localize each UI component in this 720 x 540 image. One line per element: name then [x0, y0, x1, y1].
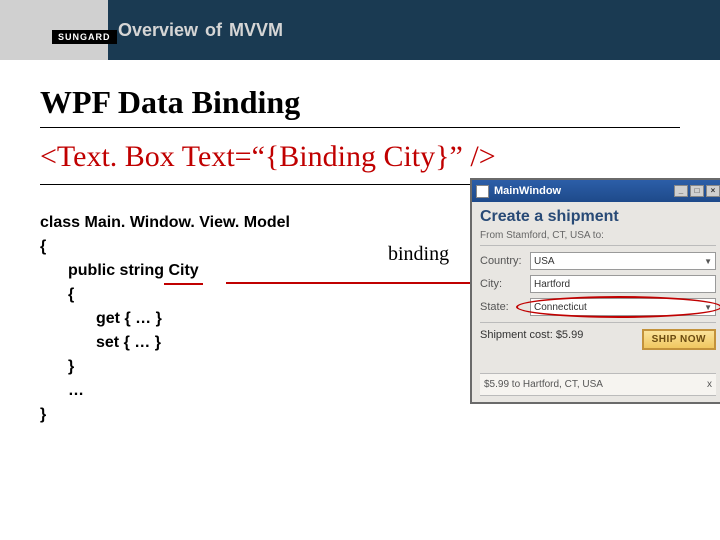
select-country[interactable]: USA▼ — [530, 252, 716, 270]
close-icon[interactable]: x — [707, 379, 712, 390]
code-line: public string City — [40, 259, 340, 283]
code-line: class Main. Window. View. Model — [40, 211, 340, 235]
code-line: { — [40, 235, 340, 259]
ship-now-button[interactable]: SHIP NOW — [642, 329, 716, 350]
code-line: { — [40, 283, 340, 307]
chevron-down-icon: ▼ — [704, 257, 712, 266]
code-line: } — [40, 355, 340, 379]
city-property: City — [168, 259, 198, 283]
form-heading: Create a shipment — [480, 208, 716, 226]
row-state: State: Connecticut▼ — [480, 298, 716, 316]
result-text: $5.99 to Hartford, CT, USA — [484, 379, 603, 390]
select-state[interactable]: Connecticut▼ — [530, 298, 716, 316]
header-title: Overview of MVVM — [118, 20, 283, 41]
code-block: class Main. Window. View. Model { public… — [40, 211, 340, 427]
label-country: Country: — [480, 255, 524, 267]
row-result: $5.99 to Hartford, CT, USA x — [480, 373, 716, 396]
code-line: set { … } — [40, 331, 340, 355]
dialog-title: MainWindow — [494, 185, 561, 197]
row-city: City: Hartford — [480, 275, 716, 293]
label-state: State: — [480, 301, 524, 313]
cost-label: Shipment cost: $5.99 — [480, 329, 583, 341]
input-city[interactable]: Hartford — [530, 275, 716, 293]
slide-header: SUNGARD Overview of MVVM — [0, 0, 720, 60]
code-line: … — [40, 379, 340, 403]
form-subheading: From Stamford, CT, USA to: — [480, 230, 716, 246]
window-icon — [476, 185, 489, 198]
row-country: Country: USA▼ — [480, 252, 716, 270]
brand-logo: SUNGARD — [52, 30, 117, 44]
binding-label: binding — [388, 243, 449, 266]
row-cost: Shipment cost: $5.99 SHIP NOW — [480, 322, 716, 347]
maximize-button[interactable]: □ — [690, 185, 704, 197]
code-line: } — [40, 403, 340, 427]
minimize-button[interactable]: _ — [674, 185, 688, 197]
chevron-down-icon: ▼ — [704, 303, 712, 312]
dialog-titlebar[interactable]: MainWindow _ □ × — [472, 180, 720, 202]
slide-heading: WPF Data Binding — [40, 84, 680, 128]
window-buttons: _ □ × — [674, 185, 720, 197]
code-line: get { … } — [40, 307, 340, 331]
label-city: City: — [480, 278, 524, 290]
binding-connector — [226, 282, 500, 284]
close-button[interactable]: × — [706, 185, 720, 197]
dialog-body: Create a shipment From Stamford, CT, USA… — [472, 202, 720, 402]
dialog-mainwindow: MainWindow _ □ × Create a shipment From … — [470, 178, 720, 404]
